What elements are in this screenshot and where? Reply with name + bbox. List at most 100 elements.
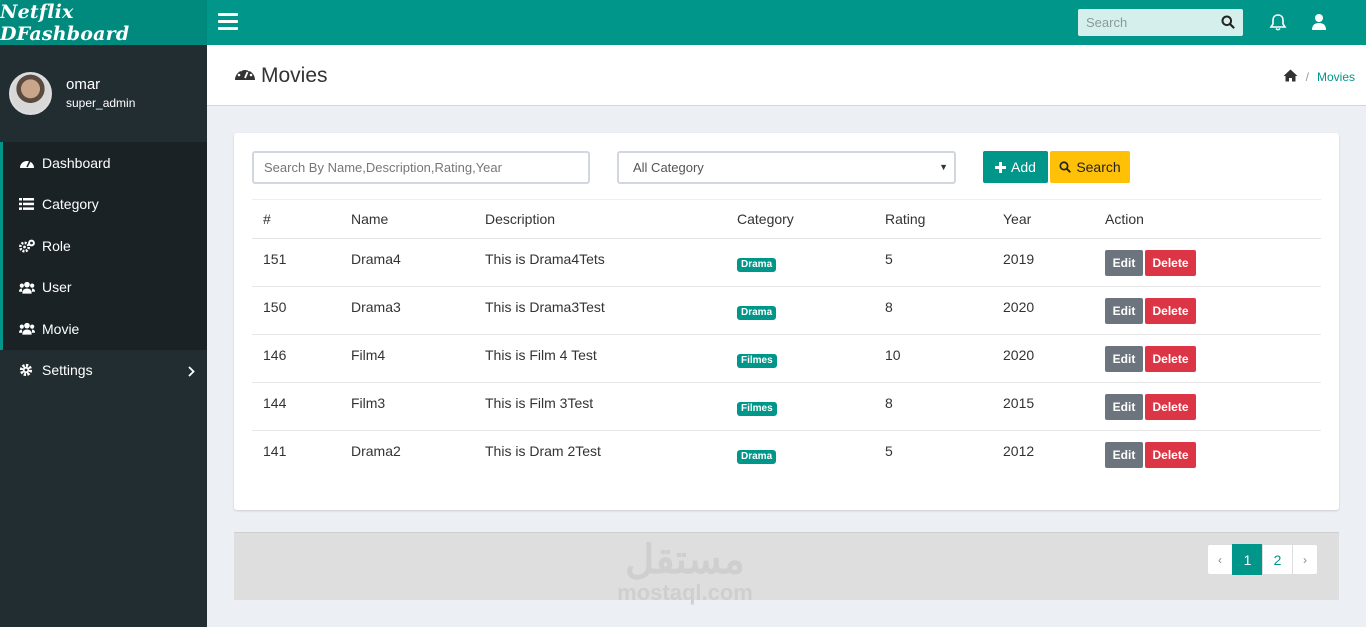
sidebar-menu: Dashboard Category Role User Movie Setti…	[0, 142, 207, 391]
cell-year: 2020	[992, 334, 1094, 383]
movies-box: All Category ▼ Add Search # Name Descrip…	[234, 133, 1339, 510]
category-badge: Drama	[737, 305, 777, 320]
avatar	[9, 72, 52, 115]
cell-year: 2019	[992, 238, 1094, 287]
search-button[interactable]: Search	[1050, 151, 1130, 183]
sidebar-item-settings[interactable]: Settings	[0, 350, 207, 392]
cell-id: 146	[252, 334, 340, 383]
bell-icon[interactable]	[1269, 13, 1287, 37]
movies-table: # Name Description Category Rating Year …	[252, 199, 1321, 479]
top-navbar: Netflix DFashboard	[0, 0, 1366, 45]
table-header-row: # Name Description Category Rating Year …	[252, 199, 1321, 239]
cell-category: Drama	[726, 238, 874, 287]
category-select[interactable]: All Category ▼	[617, 151, 956, 184]
sidebar-item-label: Dashboard	[42, 154, 111, 171]
cell-category: Drama	[726, 431, 874, 479]
cell-name: Drama3	[340, 286, 474, 335]
pagination-page[interactable]: 1	[1232, 544, 1263, 575]
gear-icon	[19, 363, 35, 377]
users-icon	[19, 280, 35, 294]
box-footer: مستقل mostaql.com ‹ 1 2 ›	[234, 532, 1339, 605]
user-name: omar	[66, 76, 101, 93]
sidebar-item-label: Category	[42, 196, 99, 213]
column-header: Category	[726, 199, 874, 239]
pagination-page[interactable]: 2	[1262, 544, 1293, 575]
cell-category: Filmes	[726, 334, 874, 383]
column-header: #	[252, 199, 340, 239]
table-row: 146 Film4 This is Film 4 Test Filmes 10 …	[252, 334, 1321, 383]
edit-button[interactable]: Edit	[1105, 297, 1143, 324]
breadcrumb: / Movies	[1283, 69, 1355, 85]
sidebar-item-dashboard[interactable]: Dashboard	[0, 142, 207, 184]
search-icon[interactable]	[1221, 15, 1235, 34]
watermark: مستقل mostaql.com	[600, 537, 770, 605]
cell-year: 2012	[1003, 443, 1035, 459]
table-row: 141 Drama2 This is Dram 2Test Drama 5 20…	[252, 431, 1321, 479]
brand-logo[interactable]: Netflix DFashboard	[0, 0, 207, 45]
delete-button[interactable]: Delete	[1145, 393, 1196, 420]
cell-id: 151	[252, 238, 340, 287]
cell-rating: 5	[874, 238, 992, 287]
edit-button[interactable]: Edit	[1105, 249, 1143, 276]
dashboard-icon	[234, 64, 256, 88]
sidebar-item-label: Role	[42, 237, 71, 254]
cell-actions: Edit Delete	[1094, 286, 1321, 335]
cell-actions: Edit Delete	[1094, 334, 1321, 383]
delete-button[interactable]: Delete	[1145, 297, 1196, 324]
category-badge: Filmes	[737, 353, 777, 368]
cell-actions: Edit Delete	[1094, 382, 1321, 431]
pagination-prev[interactable]: ‹	[1207, 544, 1233, 575]
cell-actions: Edit Delete	[1094, 238, 1321, 287]
breadcrumb-separator: /	[1305, 70, 1309, 84]
edit-button[interactable]: Edit	[1105, 393, 1143, 420]
pagination: ‹ 1 2 ›	[1207, 544, 1318, 575]
user-role: super_admin	[66, 96, 136, 110]
delete-button[interactable]: Delete	[1145, 249, 1196, 276]
cell-id: 144	[252, 382, 340, 431]
sidebar-item-role[interactable]: Role	[0, 225, 207, 267]
cell-description: This is Drama3Test	[474, 286, 726, 335]
global-search	[1078, 9, 1243, 36]
watermark-latin: mostaql.com	[617, 580, 753, 605]
plus-icon	[995, 161, 1007, 173]
caret-down-icon: ▼	[939, 162, 948, 172]
content-header: Movies / Movies	[207, 45, 1366, 106]
user-icon[interactable]	[1311, 13, 1327, 36]
column-header: Rating	[874, 199, 992, 239]
sidebar-item-user[interactable]: User	[0, 266, 207, 308]
cell-description: This is Film 3Test	[474, 382, 726, 431]
sidebar-item-category[interactable]: Category	[0, 183, 207, 225]
category-select-value: All Category	[633, 160, 704, 175]
column-header: Name	[340, 199, 474, 239]
category-badge: Drama	[737, 449, 777, 464]
cell-rating: 5	[885, 443, 893, 459]
cell-name: Film4	[340, 334, 474, 383]
cell-name: Drama2	[351, 443, 401, 459]
cell-rating: 8	[874, 382, 992, 431]
sidebar: omar super_admin Dashboard Category Role	[0, 45, 207, 627]
edit-button[interactable]: Edit	[1105, 441, 1143, 468]
sidebar-item-movie[interactable]: Movie	[0, 308, 207, 350]
chevron-right-icon	[188, 364, 195, 380]
global-search-input[interactable]	[1078, 9, 1218, 36]
movie-search-input[interactable]	[252, 151, 590, 184]
column-header: Year	[992, 199, 1094, 239]
sidebar-item-label: Movie	[42, 320, 80, 337]
cell-category: Filmes	[726, 382, 874, 431]
cell-actions: Edit Delete	[1094, 431, 1321, 479]
breadcrumb-current[interactable]: Movies	[1317, 70, 1355, 84]
delete-button[interactable]: Delete	[1145, 441, 1196, 468]
pagination-next[interactable]: ›	[1292, 544, 1318, 575]
user-panel: omar super_admin	[0, 45, 207, 142]
edit-button[interactable]: Edit	[1105, 345, 1143, 372]
delete-button[interactable]: Delete	[1145, 345, 1196, 372]
dashboard-icon	[19, 156, 35, 170]
add-button[interactable]: Add	[983, 151, 1048, 183]
cell-rating: 10	[874, 334, 992, 383]
sidebar-item-label: Settings	[42, 362, 93, 379]
table-row: 150 Drama3 This is Drama3Test Drama 8 20…	[252, 286, 1321, 335]
column-header: Action	[1094, 199, 1321, 239]
cell-name: Drama4	[340, 238, 474, 287]
menu-toggle-icon[interactable]	[218, 13, 238, 31]
home-icon[interactable]	[1283, 69, 1298, 85]
